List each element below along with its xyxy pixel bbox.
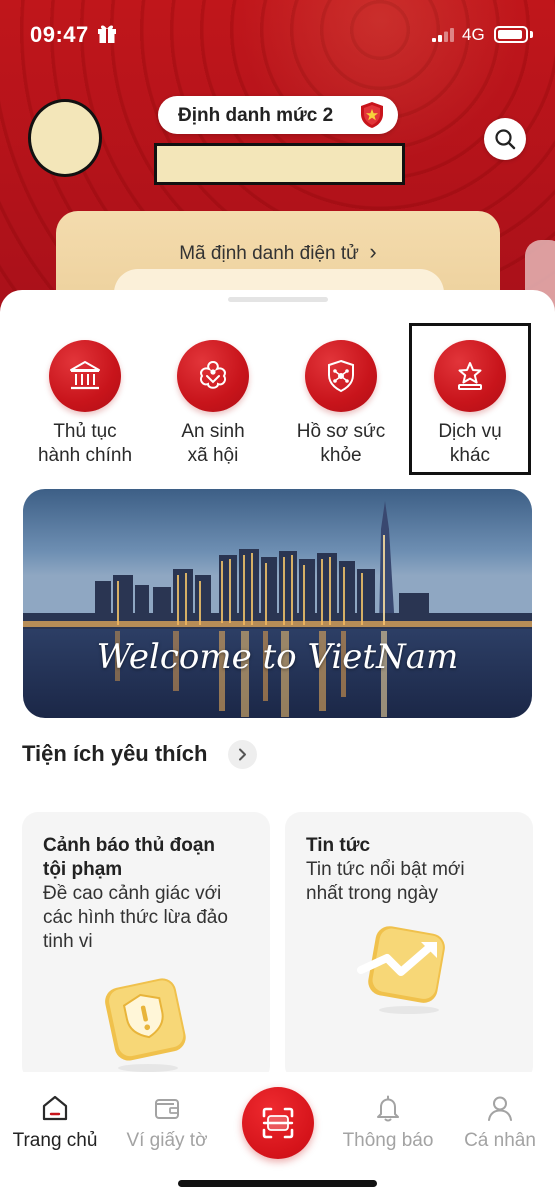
social-welfare-icon bbox=[177, 340, 249, 412]
network-type: 4G bbox=[462, 25, 485, 44]
nav-label: Cá nhân bbox=[464, 1130, 536, 1151]
favorites-more-button[interactable] bbox=[228, 740, 257, 769]
service-social-welfare[interactable]: An sinh xã hội bbox=[149, 340, 277, 480]
favorite-card-description: Đề cao cảnh giác với các hình thức lừa đả… bbox=[43, 883, 228, 952]
qr-scan-button[interactable] bbox=[242, 1087, 314, 1159]
user-name-redacted bbox=[154, 143, 405, 185]
nav-label: Ví giấy tờ bbox=[126, 1130, 208, 1151]
favorite-card-description: Tin tức nổi bật mới nhất trong ngày bbox=[306, 859, 465, 904]
bell-icon bbox=[377, 1095, 399, 1122]
service-administrative-procedures[interactable]: Thủ tục hành chính bbox=[21, 340, 149, 480]
nav-profile[interactable]: Cá nhân bbox=[451, 1088, 549, 1158]
user-icon bbox=[488, 1096, 512, 1121]
home-icon bbox=[42, 1095, 68, 1121]
status-bar: 09:47 4G bbox=[0, 0, 555, 70]
service-label: Hồ sơ sức khỏe bbox=[296, 421, 386, 466]
service-label: Thủ tục hành chính bbox=[37, 421, 133, 466]
search-icon bbox=[495, 129, 516, 150]
identification-level-pill[interactable]: Định danh mức 2 bbox=[158, 96, 398, 134]
government-building-icon bbox=[49, 340, 121, 412]
chevron-right-icon: › bbox=[369, 239, 377, 264]
battery-tip bbox=[530, 31, 533, 38]
wallet-icon bbox=[155, 1099, 179, 1119]
favorite-card-title: Cảnh báo thủ đoạn tội phạm bbox=[43, 835, 216, 880]
electronic-id-label: Mã định danh điện tử › bbox=[179, 239, 377, 264]
police-badge-icon bbox=[361, 102, 383, 128]
service-health-record[interactable]: Hồ sơ sức khỏe bbox=[277, 340, 405, 480]
favorite-card-title: Tin tức bbox=[306, 835, 371, 856]
welcome-banner[interactable]: Welcome to VietNam bbox=[23, 489, 532, 718]
nav-home[interactable]: Trang chủ bbox=[6, 1088, 104, 1158]
shield-warning-icon bbox=[105, 978, 186, 1072]
favorite-card-news[interactable]: Tin tức Tin tức nổi bật mới nhất trong ng… bbox=[285, 812, 533, 1082]
scan-icon bbox=[262, 1107, 294, 1139]
service-label: An sinh xã hội bbox=[181, 421, 245, 466]
nav-label: Thông báo bbox=[342, 1130, 434, 1151]
nav-wallet[interactable]: Ví giấy tờ bbox=[118, 1088, 216, 1158]
search-button[interactable] bbox=[484, 118, 526, 160]
identification-level-label: Định danh mức 2 bbox=[178, 105, 334, 126]
gift-icon bbox=[98, 25, 116, 43]
chevron-right-icon bbox=[239, 748, 246, 761]
nav-label: Trang chủ bbox=[12, 1130, 98, 1151]
banner-caption: Welcome to VietNam bbox=[96, 637, 459, 677]
battery-icon bbox=[494, 26, 528, 43]
favorites-section-title: Tiện ích yêu thích bbox=[22, 741, 208, 766]
avatar[interactable] bbox=[28, 99, 102, 177]
sheet-drag-handle[interactable] bbox=[228, 297, 328, 302]
city-skyline-image bbox=[23, 489, 532, 718]
health-record-icon bbox=[305, 340, 377, 412]
signal-icon bbox=[432, 28, 454, 42]
favorite-card-crime-warning[interactable]: Cảnh báo thủ đoạn tội phạm Đề cao cảnh gi… bbox=[22, 812, 270, 1082]
highlight-annotation-box bbox=[409, 323, 531, 475]
status-time: 09:47 bbox=[30, 22, 89, 47]
nav-notifications[interactable]: Thông báo bbox=[339, 1088, 437, 1158]
trending-chart-icon bbox=[357, 926, 445, 1014]
home-indicator bbox=[178, 1180, 377, 1187]
